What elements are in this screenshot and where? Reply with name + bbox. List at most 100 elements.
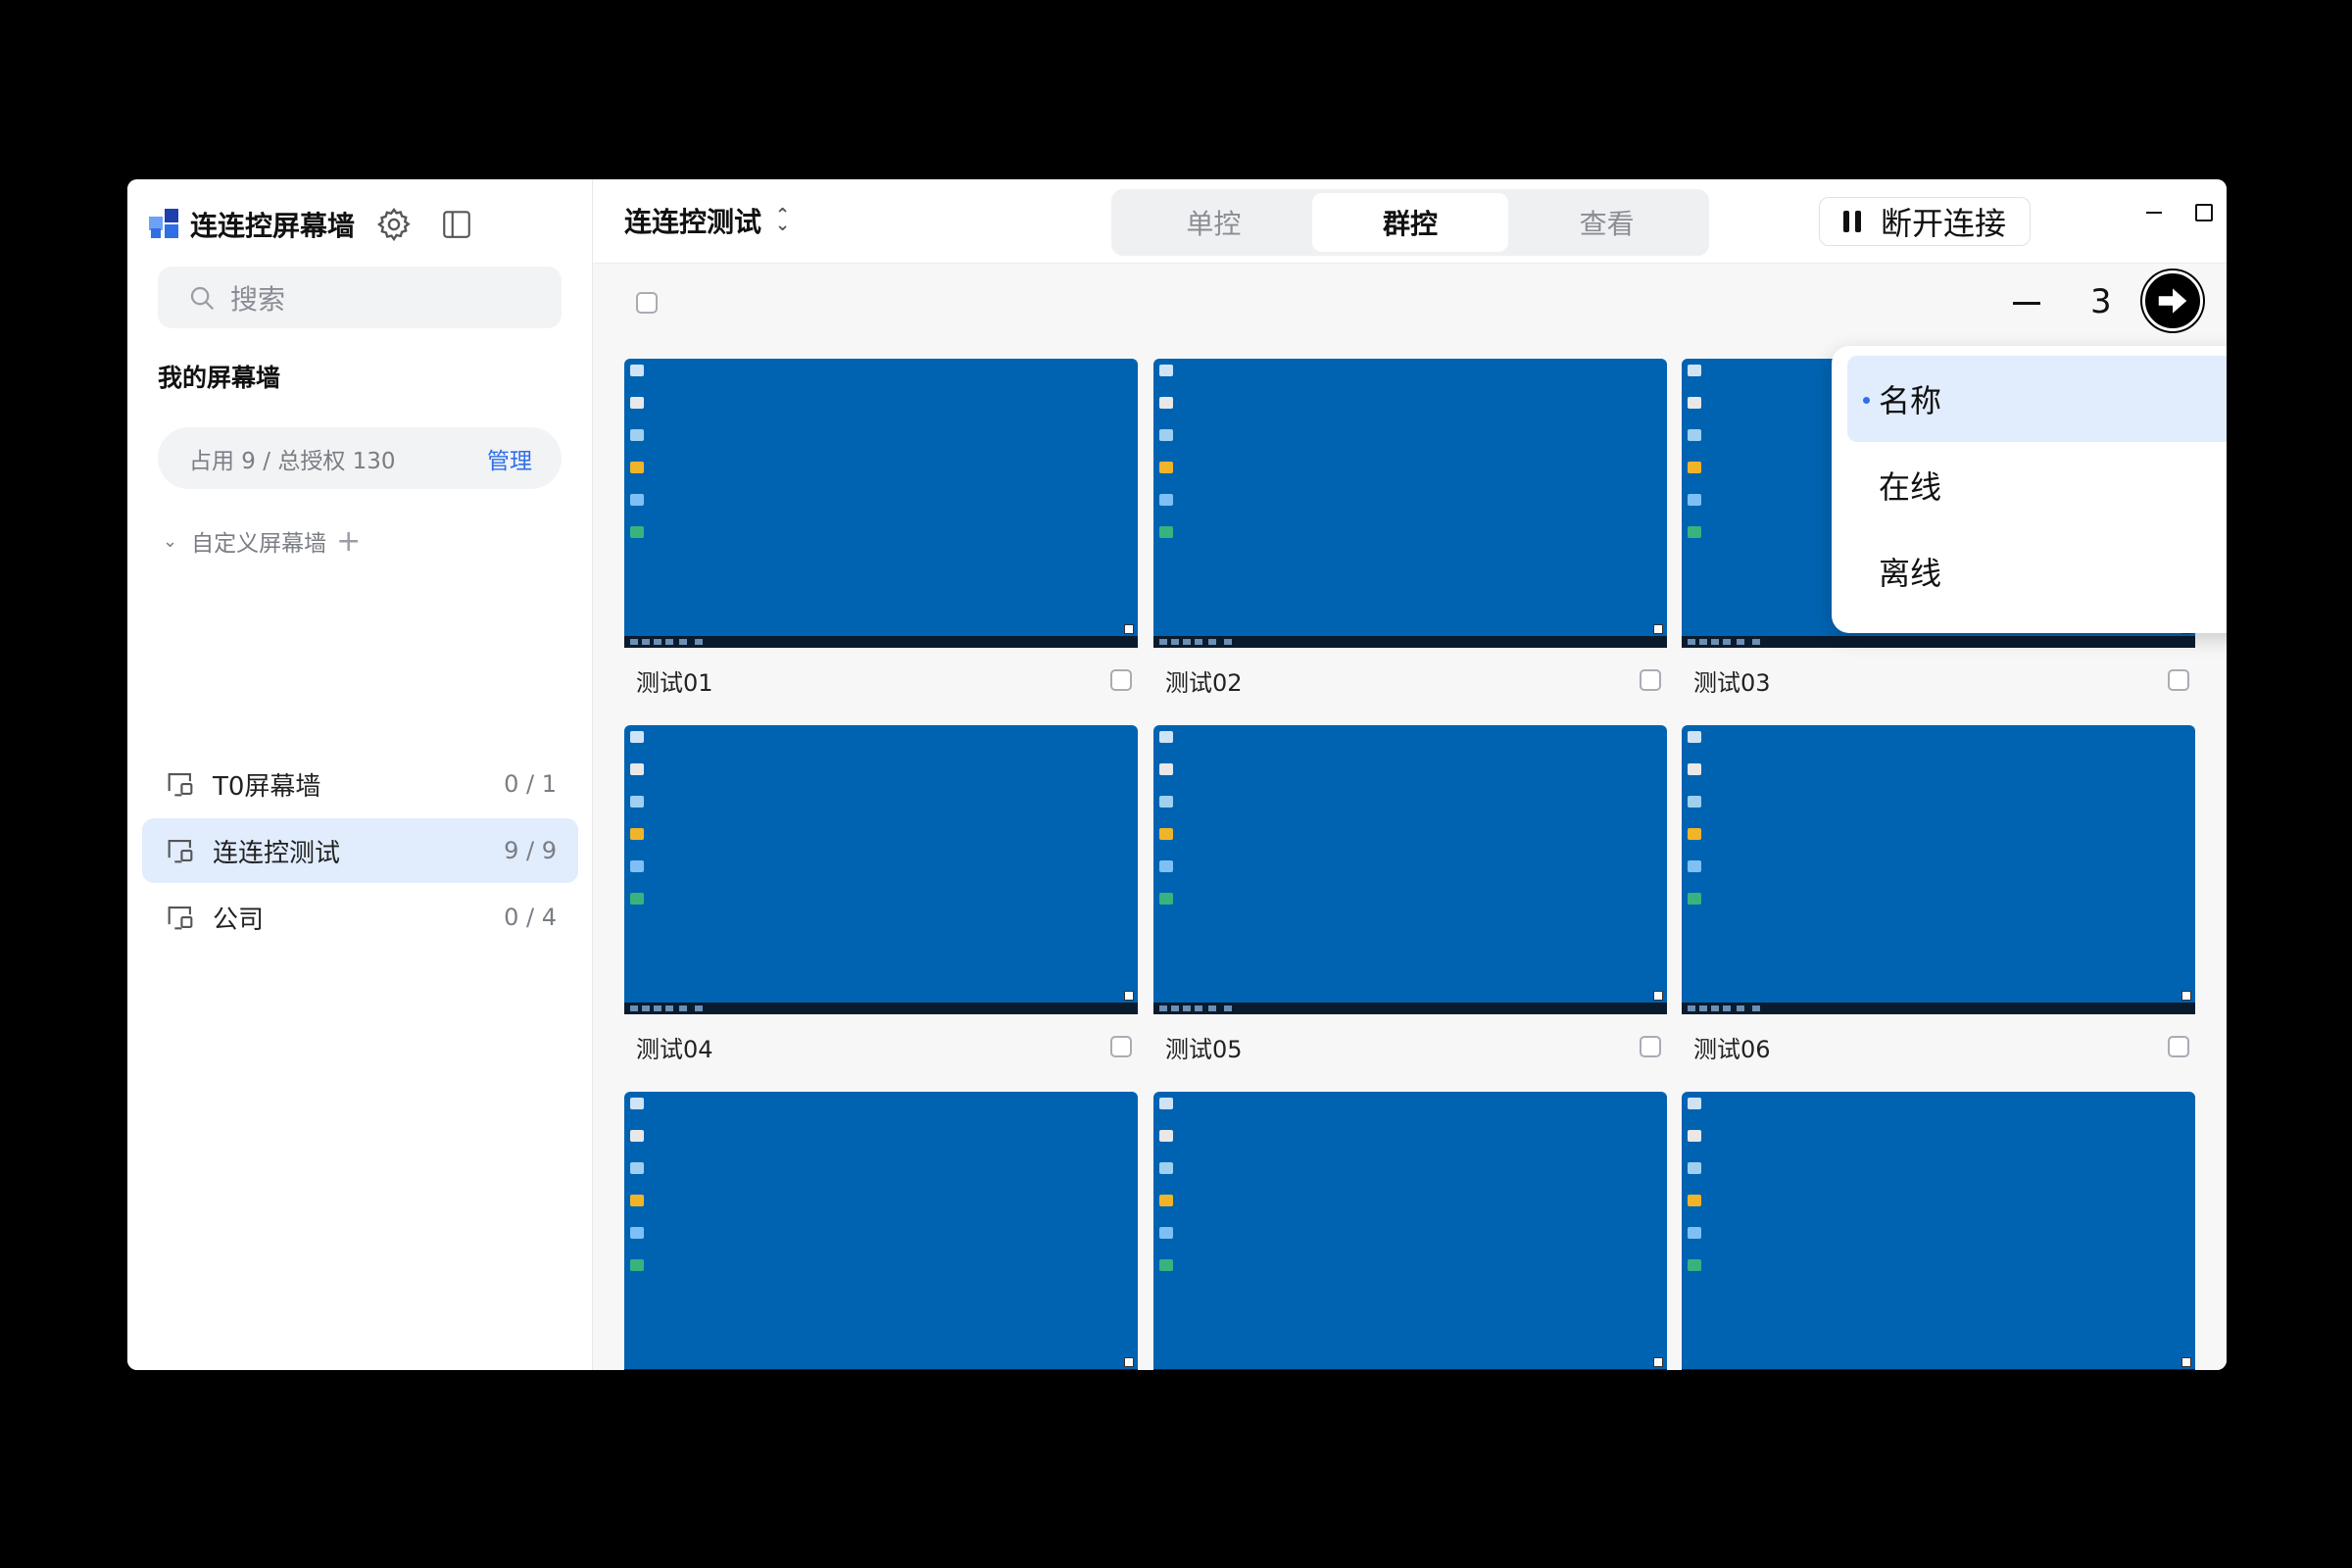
sort-option-name[interactable]: 名称 — [1847, 356, 2227, 442]
search-placeholder: 搜索 — [230, 282, 286, 316]
manage-link[interactable]: 管理 — [487, 442, 532, 475]
remote-screen[interactable] — [624, 359, 1138, 648]
device-tile[interactable]: 测试04 — [624, 725, 1138, 1079]
sidebar-item-wall[interactable]: 公司 0 / 4 — [142, 885, 578, 950]
device-checkbox[interactable] — [1110, 669, 1132, 691]
taskbar — [1153, 1369, 1667, 1370]
usage-text: 占用 9 / 总授权 130 — [189, 448, 396, 474]
custom-walls-group[interactable]: ⌄ 自定义屏幕墙 + — [163, 521, 361, 561]
notification-icon — [2181, 1357, 2191, 1367]
taskbar — [624, 1003, 1138, 1014]
app-title: 连连控屏幕墙 — [190, 210, 356, 242]
select-all-checkbox[interactable] — [636, 292, 658, 314]
notification-icon — [1653, 1357, 1663, 1367]
sidebar-item-wall-active[interactable]: 连连控测试 9 / 9 — [142, 818, 578, 883]
screen-wall-icon — [168, 840, 193, 863]
decrease-columns-icon[interactable] — [2013, 302, 2040, 305]
notification-icon — [2181, 991, 2191, 1001]
taskbar — [1682, 1003, 2195, 1014]
app-window: 连连控屏幕墙 搜索 我的屏幕墙 占用 9 / 总授权 130 管理 ⌄ 自定义屏… — [127, 179, 2227, 1370]
device-checkbox[interactable] — [1640, 1036, 1661, 1057]
wall-name: 公司 — [213, 905, 265, 935]
disconnect-label: 断开连接 — [1880, 205, 2006, 242]
device-checkbox[interactable] — [2168, 1036, 2189, 1057]
option-label: 在线 — [1879, 468, 1942, 506]
selected-dot-icon — [1863, 397, 1870, 404]
option-label: 名称 — [1879, 382, 1942, 419]
taskbar — [624, 636, 1138, 648]
tile-footer: 测试04 — [624, 1014, 1138, 1079]
remote-screen[interactable] — [1153, 359, 1667, 648]
notification-icon — [1124, 991, 1134, 1001]
settings-gear-icon[interactable] — [372, 203, 416, 246]
mode-tabs: 单控 群控 查看 — [1111, 189, 1709, 256]
wall-count: 9 / 9 — [504, 837, 557, 864]
device-name: 测试04 — [636, 1035, 713, 1063]
device-checkbox[interactable] — [2168, 669, 2189, 691]
notification-icon — [1653, 624, 1663, 634]
notification-icon — [1124, 624, 1134, 634]
tab-single-control[interactable]: 单控 — [1115, 193, 1312, 252]
sort-option-online[interactable]: 在线 — [1847, 442, 2227, 528]
device-tile[interactable] — [1153, 1092, 1667, 1370]
pause-icon — [1842, 211, 1861, 232]
sidebar-header: 连连控屏幕墙 — [149, 201, 498, 248]
device-tile[interactable] — [1682, 1092, 2195, 1370]
device-tile[interactable] — [624, 1092, 1138, 1370]
sort-menu: 名称 在线 离线 — [1832, 346, 2227, 633]
sort-option-offline[interactable]: 离线 — [1847, 528, 2227, 614]
remote-screen[interactable] — [1682, 1092, 2195, 1370]
remote-screen[interactable] — [624, 1092, 1138, 1370]
taskbar — [1682, 636, 2195, 648]
remote-screen[interactable] — [1682, 725, 2195, 1014]
top-bar: 连连控测试 ⌃ ⌄ 单控 群控 查看 断开连接 — [593, 179, 2227, 264]
taskbar — [1153, 636, 1667, 648]
sidebar-toggle-icon[interactable] — [435, 203, 478, 246]
device-tile[interactable]: 测试06 — [1682, 725, 2195, 1079]
screen-wall-icon — [168, 906, 193, 930]
sidebar-item-wall[interactable]: T0屏幕墙 0 / 1 — [142, 752, 578, 816]
sidebar: 连连控屏幕墙 搜索 我的屏幕墙 占用 9 / 总授权 130 管理 ⌄ 自定义屏… — [127, 179, 593, 1370]
desktop-icons — [630, 731, 648, 925]
disconnect-button[interactable]: 断开连接 — [1819, 197, 2031, 246]
taskbar — [1153, 1003, 1667, 1014]
chevron-down-icon[interactable]: ⌄ — [163, 531, 177, 552]
desktop-icons — [1159, 731, 1177, 925]
current-wall-name: 连连控测试 — [624, 206, 762, 238]
screen-wall-icon — [168, 773, 193, 797]
maximize-icon[interactable] — [2184, 193, 2224, 232]
device-tile[interactable]: 测试05 — [1153, 725, 1667, 1079]
device-name: 测试03 — [1693, 668, 1771, 697]
columns-value: 3 — [2090, 282, 2112, 321]
search-icon — [190, 286, 215, 310]
wall-count: 0 / 1 — [504, 770, 557, 798]
device-name: 测试02 — [1165, 668, 1243, 697]
wall-name: T0屏幕墙 — [213, 771, 321, 802]
wall-selector[interactable]: 连连控测试 ⌃ ⌄ — [624, 201, 790, 240]
device-checkbox[interactable] — [1110, 1036, 1132, 1057]
minimize-icon[interactable] — [2134, 193, 2174, 232]
add-wall-icon[interactable]: + — [336, 524, 361, 559]
tab-view[interactable]: 查看 — [1508, 193, 1705, 252]
desktop-icons — [1159, 1098, 1177, 1292]
remote-screen[interactable] — [1153, 1092, 1667, 1370]
arrow-right-icon[interactable] — [2142, 270, 2203, 331]
main-area: 连连控测试 ⌃ ⌄ 单控 群控 查看 断开连接 3 测试01 测试02 测试03… — [593, 179, 2227, 1370]
device-tile[interactable]: 测试02 — [1153, 359, 1667, 712]
remote-screen[interactable] — [624, 725, 1138, 1014]
device-tile[interactable]: 测试01 — [624, 359, 1138, 712]
my-walls-title: 我的屏幕墙 — [158, 364, 281, 392]
device-checkbox[interactable] — [1640, 669, 1661, 691]
option-label: 离线 — [1879, 555, 1942, 592]
tile-footer: 测试01 — [624, 648, 1138, 712]
notification-icon — [1653, 991, 1663, 1001]
remote-screen[interactable] — [1153, 725, 1667, 1014]
tile-footer: 测试05 — [1153, 1014, 1667, 1079]
wall-name: 连连控测试 — [213, 838, 341, 868]
desktop-icons — [1159, 365, 1177, 559]
sort-dropdown[interactable]: 名称 ⌄ — [2226, 280, 2227, 325]
search-input[interactable]: 搜索 — [158, 267, 562, 328]
license-usage: 占用 9 / 总授权 130 管理 — [158, 427, 562, 489]
tile-footer: 测试02 — [1153, 648, 1667, 712]
tab-group-control[interactable]: 群控 — [1311, 193, 1509, 252]
